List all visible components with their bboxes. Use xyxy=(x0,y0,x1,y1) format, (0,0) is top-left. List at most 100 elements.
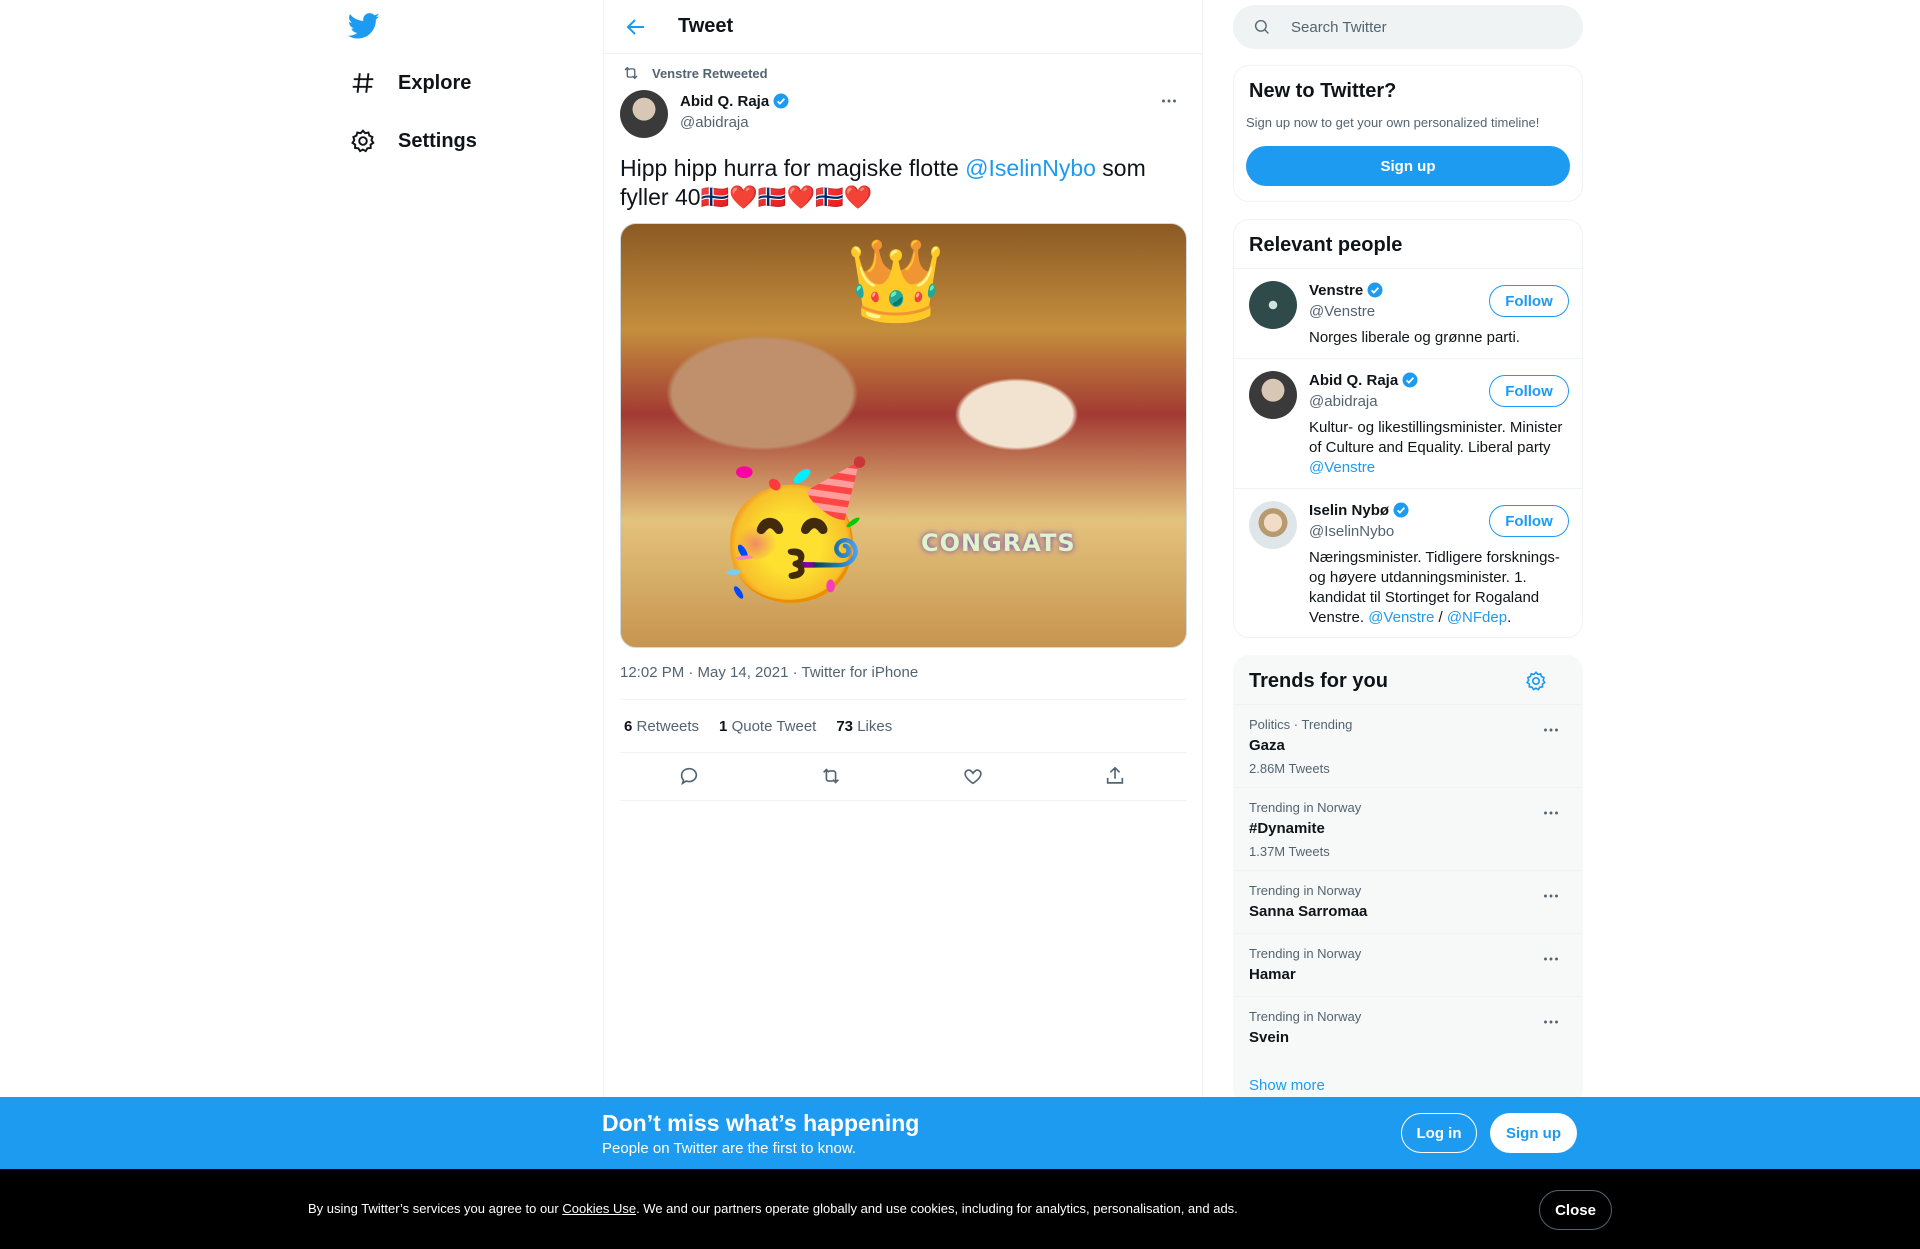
nav-explore[interactable]: Explore xyxy=(350,63,471,103)
search-input[interactable] xyxy=(1291,18,1551,36)
new-to-twitter-card: New to Twitter? Sign up now to get your … xyxy=(1233,65,1583,202)
party-face-sticker: 🥳 xyxy=(711,457,873,603)
person-bio: Næringsminister. Tidligere forsknings- o… xyxy=(1309,548,1571,628)
retweets-stat[interactable]: 6 Retweets xyxy=(624,718,699,735)
person-bio-text: Kultur- og likestillingsminister. Minist… xyxy=(1309,419,1563,456)
person-abidraja[interactable]: Abid Q. Raja @abidraja Kultur- og likest… xyxy=(1234,358,1582,488)
arrow-left-icon[interactable] xyxy=(624,15,648,39)
signup-banner: Don’t miss what’s happening People on Tw… xyxy=(0,1097,1920,1169)
bio-separator: / xyxy=(1434,609,1447,626)
trends-card: Trends for you Politics · Trending Gaza … xyxy=(1233,655,1583,1105)
cookie-notice: By using Twitter’s services you agree to… xyxy=(0,1169,1920,1249)
log-in-button[interactable]: Log in xyxy=(1401,1113,1477,1153)
author-handle[interactable]: @abidraja xyxy=(680,114,790,131)
retweet-action-icon[interactable] xyxy=(820,765,842,787)
main-column: Tweet Venstre Retweeted Abid Q. Raja @ab… xyxy=(603,0,1203,1249)
tweet-mention[interactable]: @IselinNybo xyxy=(965,155,1096,181)
person-bio: Kultur- og likestillingsminister. Minist… xyxy=(1309,418,1571,478)
crown-sticker: 👑 xyxy=(846,236,946,325)
reply-icon[interactable] xyxy=(678,765,700,787)
like-icon[interactable] xyxy=(962,765,984,787)
new-to-twitter-subtitle: Sign up now to get your own personalized… xyxy=(1246,115,1540,130)
person-name[interactable]: Abid Q. Raja xyxy=(1309,372,1398,389)
trend-count: 2.86M Tweets xyxy=(1249,761,1330,776)
nav-settings-label: Settings xyxy=(398,129,477,152)
cookie-text-end: . We and our partners operate globally a… xyxy=(636,1201,1238,1216)
trend-name: Gaza xyxy=(1249,737,1285,754)
tweet-text: Hipp hipp hurra for magiske flotte @Isel… xyxy=(620,154,1180,212)
follow-button[interactable]: Follow xyxy=(1489,375,1569,407)
trend-item[interactable]: Trending in Norway #Dynamite 1.37M Tweet… xyxy=(1234,787,1582,870)
cookie-text: By using Twitter’s services you agree to… xyxy=(308,1201,1238,1216)
gear-icon[interactable] xyxy=(1525,670,1547,692)
tweet-photo[interactable]: 👑 🥳 CONGRATS xyxy=(620,223,1187,648)
retweets-count: 6 xyxy=(624,717,633,735)
person-name[interactable]: Venstre xyxy=(1309,282,1363,299)
avatar[interactable] xyxy=(620,90,668,138)
retweet-icon xyxy=(624,66,638,80)
trend-item[interactable]: Trending in Norway Sanna Sarromaa xyxy=(1234,870,1582,933)
gear-icon xyxy=(351,129,375,153)
tweet-text-start: Hipp hipp hurra for magiske flotte xyxy=(620,155,966,181)
more-options-icon[interactable] xyxy=(1540,1011,1562,1033)
trend-context: Politics · Trending xyxy=(1249,717,1353,732)
more-options-icon[interactable] xyxy=(1540,948,1562,970)
bio-mention[interactable]: @Venstre xyxy=(1309,459,1375,476)
retweeted-by[interactable]: Venstre Retweeted xyxy=(620,64,768,82)
more-options-icon[interactable] xyxy=(1540,885,1562,907)
new-to-twitter-title: New to Twitter? xyxy=(1249,80,1397,102)
trend-name: Svein xyxy=(1249,1029,1290,1046)
retweeted-by-label: Venstre Retweeted xyxy=(652,65,768,81)
nav-settings[interactable]: Settings xyxy=(350,121,477,161)
close-cookie-button[interactable]: Close xyxy=(1539,1190,1612,1230)
person-venstre[interactable]: Venstre @Venstre Norges liberale og grøn… xyxy=(1234,268,1582,358)
tweet-actions xyxy=(620,753,1187,801)
sign-up-button[interactable]: Sign up xyxy=(1246,146,1570,186)
quote-tweets-stat[interactable]: 1 Quote Tweet xyxy=(719,718,816,735)
banner-subtitle: People on Twitter are the first to know. xyxy=(602,1140,857,1157)
trend-item[interactable]: Politics · Trending Gaza 2.86M Tweets xyxy=(1234,704,1582,787)
more-options-icon[interactable] xyxy=(1540,802,1562,824)
avatar[interactable] xyxy=(1249,281,1297,329)
tweet-author[interactable]: Abid Q. Raja @abidraja xyxy=(620,90,790,138)
trend-item[interactable]: Trending in Norway Hamar xyxy=(1234,933,1582,996)
trend-context: Trending in Norway xyxy=(1249,800,1362,815)
relevant-people-title: Relevant people xyxy=(1249,234,1403,256)
twitter-bird-icon[interactable] xyxy=(348,10,380,42)
author-name[interactable]: Abid Q. Raja xyxy=(680,93,769,110)
share-icon[interactable] xyxy=(1104,765,1126,787)
person-iselinnybo[interactable]: Iselin Nybø @IselinNybo Næringsminister.… xyxy=(1234,488,1582,637)
bio-mention-2[interactable]: @NFdep xyxy=(1447,609,1507,626)
follow-button[interactable]: Follow xyxy=(1489,505,1569,537)
likes-count: 73 xyxy=(836,717,854,735)
verified-badge-icon xyxy=(773,93,789,109)
show-more-link[interactable]: Show more xyxy=(1249,1077,1325,1094)
page-header: Tweet xyxy=(604,0,1202,54)
banner-sign-up-button[interactable]: Sign up xyxy=(1490,1113,1577,1153)
search-bar[interactable] xyxy=(1233,5,1583,49)
cookies-use-link[interactable]: Cookies Use xyxy=(562,1201,636,1216)
bio-end: . xyxy=(1507,609,1512,626)
more-options-icon[interactable] xyxy=(1540,719,1562,741)
likes-label: Likes xyxy=(857,717,893,735)
cookie-text-start: By using Twitter’s services you agree to… xyxy=(308,1201,563,1216)
avatar[interactable] xyxy=(1249,501,1297,549)
retweets-label: Retweets xyxy=(636,717,700,735)
follow-button[interactable]: Follow xyxy=(1489,285,1569,317)
trend-name: Sanna Sarromaa xyxy=(1249,903,1368,920)
person-bio: Norges liberale og grønne parti. xyxy=(1309,329,1520,346)
tweet-stats: 6 Retweets 1 Quote Tweet 73 Likes xyxy=(620,699,1187,753)
nav-explore-label: Explore xyxy=(398,71,472,94)
person-name[interactable]: Iselin Nybø xyxy=(1309,502,1389,519)
bio-mention[interactable]: @Venstre xyxy=(1368,609,1434,626)
trend-name: #Dynamite xyxy=(1249,820,1325,837)
avatar[interactable] xyxy=(1249,371,1297,419)
verified-badge-icon xyxy=(1402,372,1418,388)
congrats-sticker: CONGRATS xyxy=(921,529,1076,557)
likes-stat[interactable]: 73 Likes xyxy=(836,718,892,735)
trend-item[interactable]: Trending in Norway Svein xyxy=(1234,996,1582,1059)
tweet-timestamp[interactable]: 12:02 PM · May 14, 2021 · Twitter for iP… xyxy=(620,664,918,681)
banner-title: Don’t miss what’s happening xyxy=(602,1110,920,1136)
more-options-icon[interactable] xyxy=(1158,90,1180,112)
trend-context: Trending in Norway xyxy=(1249,883,1362,898)
